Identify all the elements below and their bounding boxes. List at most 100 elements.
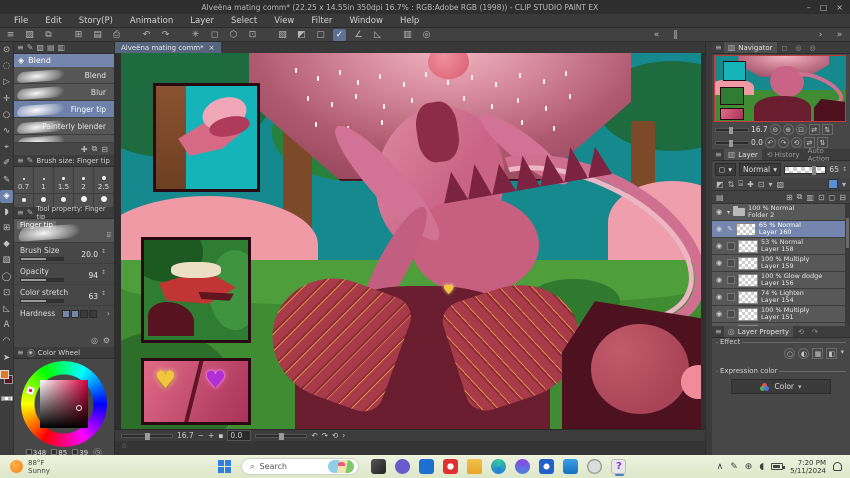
brush-size-cell[interactable]: 2 <box>74 167 94 193</box>
pin-icon[interactable]: ‖ <box>669 29 682 41</box>
select-poly-icon[interactable]: ⬡ <box>227 29 240 41</box>
tool-property-header[interactable]: ≡ ✎ Tool property: Finger tip <box>14 207 114 219</box>
mask-create-icon[interactable]: ◻ <box>829 193 836 202</box>
panel-gutter[interactable] <box>705 42 712 455</box>
opacity-stepper-icon[interactable]: ↕ <box>842 166 847 173</box>
layer-select-box[interactable] <box>727 310 735 318</box>
lock-layer-icon[interactable]: ⌸ <box>738 179 743 189</box>
copy-icon[interactable]: ⧉ <box>42 29 55 41</box>
blend-tool-icon[interactable]: ◈ <box>0 190 13 203</box>
tool-property-menu-icon[interactable]: ≡ <box>17 208 24 217</box>
preset-icon[interactable]: ◎ <box>91 336 98 345</box>
transfer-icon[interactable]: ▥ <box>806 193 814 202</box>
brush-size-cell[interactable]: 0.7 <box>14 167 34 193</box>
effect-dd-icon[interactable]: ▧ <box>777 180 785 189</box>
nav-zoom-out-icon[interactable]: ⊖ <box>770 124 781 135</box>
menu-filter[interactable]: Filter <box>303 15 340 27</box>
brush-size-panel-header[interactable]: ≡ ✎ Brush size: Finger tip <box>14 155 114 167</box>
flow-tool-icon[interactable]: ➤ <box>0 352 13 365</box>
layer-row-156[interactable]: ◉ 100 % Glow dodgeLayer 156 <box>712 272 850 289</box>
layer-row-partial[interactable]: ◉ 100 % Multiply <box>712 323 850 326</box>
sv-picker[interactable] <box>76 405 82 411</box>
layer-row-160[interactable]: ◉ ✎ 65 % NormalLayer 160 <box>712 221 850 238</box>
nav-rotate-cw-icon[interactable]: ↷ <box>778 137 789 148</box>
layer-row-151[interactable]: ◉ 100 % MultiplyLayer 151 <box>712 306 850 323</box>
eraser-tool-icon[interactable]: ◗ <box>0 206 13 219</box>
decoration-tool-icon[interactable]: ◆ <box>0 238 13 251</box>
chat-app-icon[interactable] <box>395 459 410 474</box>
snap-special-icon[interactable]: ◺ <box>371 29 384 41</box>
canvas-tab[interactable]: Alveëna mating comm* × <box>115 42 221 53</box>
tone-icon[interactable]: ◩ <box>295 29 308 41</box>
new-file-icon[interactable]: ⊞ <box>72 29 85 41</box>
ruler-dd-icon[interactable]: ▾ <box>768 180 772 189</box>
new-layer-icon[interactable]: ⊞ <box>786 193 793 202</box>
weather-widget[interactable]: 88°F Sunny <box>0 459 218 475</box>
select-all-icon[interactable]: ⊡ <box>246 29 259 41</box>
figure-tool-icon[interactable]: ◯ <box>0 271 13 284</box>
zoom-percent[interactable]: 16.7 <box>177 431 194 440</box>
brush-size-cell[interactable]: 1.5 <box>54 167 74 193</box>
paperclip-app-icon[interactable] <box>587 459 602 474</box>
subtool-menu-icon[interactable]: ≡ <box>17 43 24 52</box>
canvas-viewport[interactable]: ♥ ♥ ♥ <box>115 53 705 429</box>
zoom-slider[interactable] <box>121 434 173 438</box>
clock[interactable]: 7:20 PM 5/11/2024 <box>790 459 826 475</box>
visibility-eye-icon[interactable]: ◉ <box>714 293 724 301</box>
border-effect-icon[interactable]: ▧ <box>276 29 289 41</box>
brush-size-cell[interactable] <box>14 194 34 207</box>
lock-alpha-icon[interactable]: ✚ <box>747 180 754 189</box>
panel-menu-icon[interactable]: ≡ <box>4 29 17 41</box>
canvas-tab-close-icon[interactable]: × <box>209 44 215 52</box>
expand-right2-icon[interactable]: » <box>833 29 846 41</box>
visibility-eye-icon[interactable]: ◉ <box>714 276 724 284</box>
lasso-tool-icon[interactable]: ∿ <box>0 125 13 138</box>
zoom-in-icon[interactable]: + <box>208 431 214 440</box>
delete-subtool-icon[interactable]: ⊟ <box>101 145 108 154</box>
navigator-item-tab[interactable]: ◎ <box>792 43 804 53</box>
layer-scrollbar[interactable] <box>845 204 850 326</box>
nav-fit-icon[interactable]: ⊡ <box>796 124 807 135</box>
navigator-info-tab[interactable]: ◎ <box>806 43 818 53</box>
zoom-tool-icon[interactable]: ⊙ <box>0 44 13 57</box>
layer-type-dropdown[interactable]: ◻▾ <box>715 163 736 176</box>
pen-tool-icon[interactable]: ✐ <box>0 157 13 170</box>
detail-settings-icon[interactable]: ⚙ <box>103 336 110 345</box>
visibility-eye-icon[interactable]: ◉ <box>714 242 724 250</box>
nav-rotate-reset-icon[interactable]: ⟲ <box>791 137 802 148</box>
opacity-slider[interactable] <box>20 278 64 282</box>
move-tool-icon[interactable]: ✛ <box>0 93 13 106</box>
layer-opacity-slider[interactable] <box>784 166 826 174</box>
nav-rotate-slider[interactable] <box>715 141 749 145</box>
taskbar-search[interactable]: ⌕ Search <box>241 458 359 475</box>
clip-icon[interactable]: ⇅ <box>728 180 735 189</box>
saturation-value-box[interactable] <box>40 380 88 428</box>
gradient-tool-icon[interactable]: ▧ <box>0 254 13 267</box>
open-file-icon[interactable]: ▤ <box>91 29 104 41</box>
artwork[interactable]: ♥ ♥ ♥ <box>121 53 701 429</box>
mail-app-icon[interactable] <box>563 459 578 474</box>
menu-story[interactable]: Story(P) <box>71 15 121 27</box>
subtool-panel-header[interactable]: ≡ ✎ ▨ ▤ ▥ <box>14 42 114 54</box>
volume-icon[interactable]: ◖ <box>759 462 764 472</box>
rotation-value[interactable]: 0.0 <box>227 430 251 441</box>
brush-size-cell[interactable]: 2.5 <box>94 167 114 193</box>
lp-extra-tab[interactable]: ⟲ <box>795 327 807 337</box>
folder-expand-icon[interactable]: ▾ <box>727 209 730 216</box>
add-subtool-icon[interactable]: ✚ <box>81 145 88 154</box>
selection-tool-icon[interactable]: ○ <box>0 109 13 122</box>
mask-icon[interactable]: ◩ <box>716 180 724 189</box>
snap-ruler-icon[interactable]: ∠ <box>352 29 365 41</box>
navigator-menu-icon[interactable]: ≡ <box>715 43 722 52</box>
layer-select-box[interactable] <box>727 276 735 284</box>
duplicate-subtool-icon[interactable]: ⧉ <box>92 144 98 154</box>
subtool-tab4-icon[interactable]: ▥ <box>58 43 66 52</box>
zoom-fit-icon[interactable]: ▪ <box>218 431 223 440</box>
menu-file[interactable]: File <box>6 15 36 27</box>
subtool-category[interactable]: ◈ Blend <box>14 54 114 67</box>
color-stretch-slider[interactable] <box>20 299 64 303</box>
rotate-ccw-icon[interactable]: ↶ <box>311 431 317 440</box>
redo-icon[interactable]: ↷ <box>159 29 172 41</box>
main-color-swatches[interactable] <box>0 370 13 392</box>
layer-select-box[interactable] <box>727 293 735 301</box>
